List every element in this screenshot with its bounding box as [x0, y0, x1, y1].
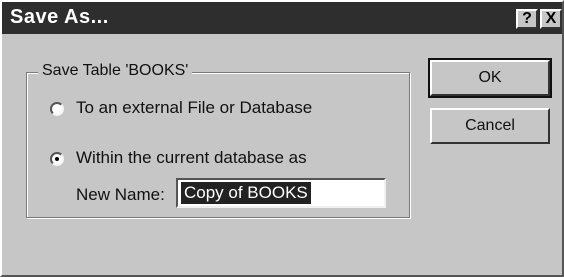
radio-selected-dot [55, 157, 59, 161]
help-button[interactable]: ? [516, 9, 538, 29]
save-as-dialog: Save As... ? X Save Table 'BOOKS' To an … [0, 0, 564, 277]
cancel-button[interactable]: Cancel [430, 108, 550, 144]
new-name-value: Copy of BOOKS [181, 182, 311, 204]
dialog-title: Save As... [10, 6, 109, 28]
external-file-radio[interactable] [50, 102, 64, 116]
title-bar[interactable]: Save As... ? X [2, 2, 562, 34]
current-database-option-label[interactable]: Within the current database as [76, 148, 307, 168]
group-label: Save Table 'BOOKS' [38, 62, 193, 80]
new-name-input[interactable]: Copy of BOOKS [176, 178, 386, 208]
current-database-radio[interactable] [50, 152, 64, 166]
close-button[interactable]: X [540, 9, 562, 29]
external-file-option-label[interactable]: To an external File or Database [76, 98, 312, 118]
ok-button[interactable]: OK [428, 58, 552, 98]
new-name-label: New Name: [76, 185, 165, 204]
